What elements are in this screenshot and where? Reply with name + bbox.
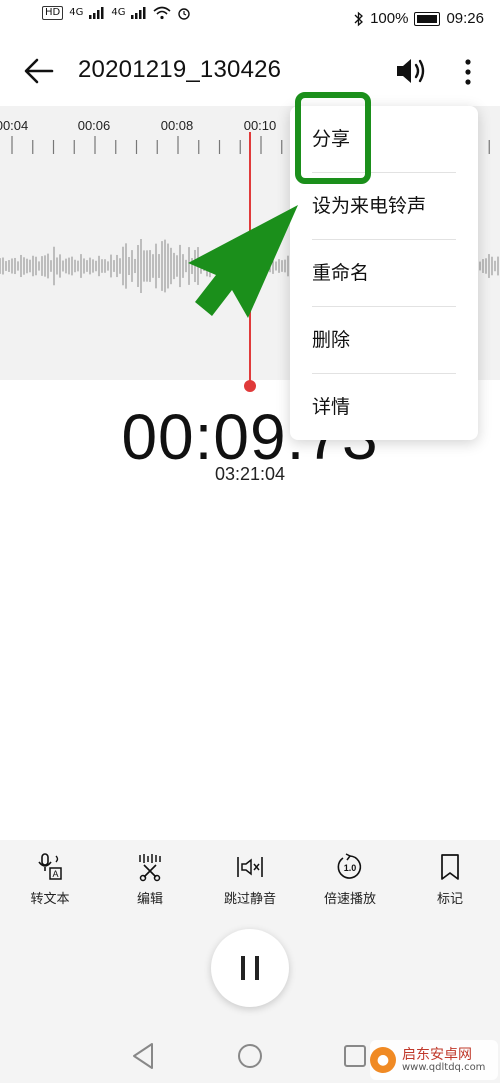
bluetooth-icon xyxy=(354,11,364,26)
pause-icon-bar xyxy=(255,956,259,980)
status-right: 100% 09:26 xyxy=(354,10,484,27)
playhead-line[interactable] xyxy=(249,132,251,384)
highlight-box xyxy=(295,92,371,184)
tool-label: 转文本 xyxy=(30,892,70,907)
more-vertical-icon[interactable] xyxy=(458,56,478,88)
tool-playback-speed[interactable]: 1.0 倍速播放 xyxy=(300,840,400,920)
bottom-toolbar: A 转文本 编辑 跳过静音 1.0 倍速播放 标记 xyxy=(0,840,500,920)
edit-scissors-icon xyxy=(139,854,161,882)
speaker-icon[interactable] xyxy=(392,54,428,88)
battery-icon xyxy=(414,11,441,26)
signal-icon-2 xyxy=(131,7,146,19)
speed-icon: 1.0 xyxy=(337,853,362,879)
menu-item-rename[interactable]: 重命名 xyxy=(312,240,456,306)
signal-icon xyxy=(89,7,104,19)
svg-text:A: A xyxy=(52,869,58,879)
clock: 09:26 xyxy=(446,10,484,27)
signal-indicators: HD 4G 4G xyxy=(42,6,191,20)
nav-back-icon[interactable] xyxy=(133,1043,153,1069)
back-arrow-icon[interactable] xyxy=(22,54,56,88)
tool-speech-to-text[interactable]: A 转文本 xyxy=(0,840,100,920)
skip-silence-icon xyxy=(237,857,263,877)
alarm-icon xyxy=(178,8,191,20)
site-watermark: ● 启东安卓网 www.qdltdq.com xyxy=(370,1040,498,1080)
playhead-handle[interactable] xyxy=(244,380,256,392)
tool-skip-silence[interactable]: 跳过静音 xyxy=(200,840,300,920)
tool-label: 编辑 xyxy=(136,892,163,907)
watermark-logo-icon: ● xyxy=(370,1047,396,1073)
speed-icon-text: 1.0 xyxy=(344,863,357,873)
nav-recents-icon[interactable] xyxy=(344,1045,366,1067)
speech-to-text-icon: A xyxy=(38,853,62,880)
pause-icon-bar xyxy=(241,956,245,980)
tool-edit[interactable]: 编辑 xyxy=(100,840,200,920)
network-4g-label-2: 4G xyxy=(111,7,126,18)
tool-label: 跳过静音 xyxy=(223,892,276,907)
network-4g-label-1: 4G xyxy=(69,7,84,18)
tool-label: 倍速播放 xyxy=(323,892,376,907)
watermark-url: www.qdltdq.com xyxy=(402,1061,486,1073)
total-time: 03:21:04 xyxy=(214,464,286,484)
wifi-icon xyxy=(153,6,172,20)
watermark-name: 启东安卓网 xyxy=(402,1046,472,1063)
tool-label: 标记 xyxy=(436,892,463,907)
tool-bookmark[interactable]: 标记 xyxy=(400,840,500,920)
nav-home-icon[interactable] xyxy=(238,1044,262,1068)
menu-item-details[interactable]: 详情 xyxy=(312,374,456,440)
hd-badge: HD xyxy=(42,6,64,20)
watermark-text: 启东安卓网 www.qdltdq.com xyxy=(402,1048,485,1073)
bookmark-icon xyxy=(441,854,459,880)
recording-title: 20201219_130426 xyxy=(78,56,282,83)
menu-item-delete[interactable]: 删除 xyxy=(312,307,456,373)
battery-percent: 100% xyxy=(370,10,409,27)
pause-button[interactable] xyxy=(211,929,289,1007)
app-bar: 20201219_130426 xyxy=(0,40,500,106)
status-bar: HD 4G 4G 100% 09:26 xyxy=(0,0,500,38)
